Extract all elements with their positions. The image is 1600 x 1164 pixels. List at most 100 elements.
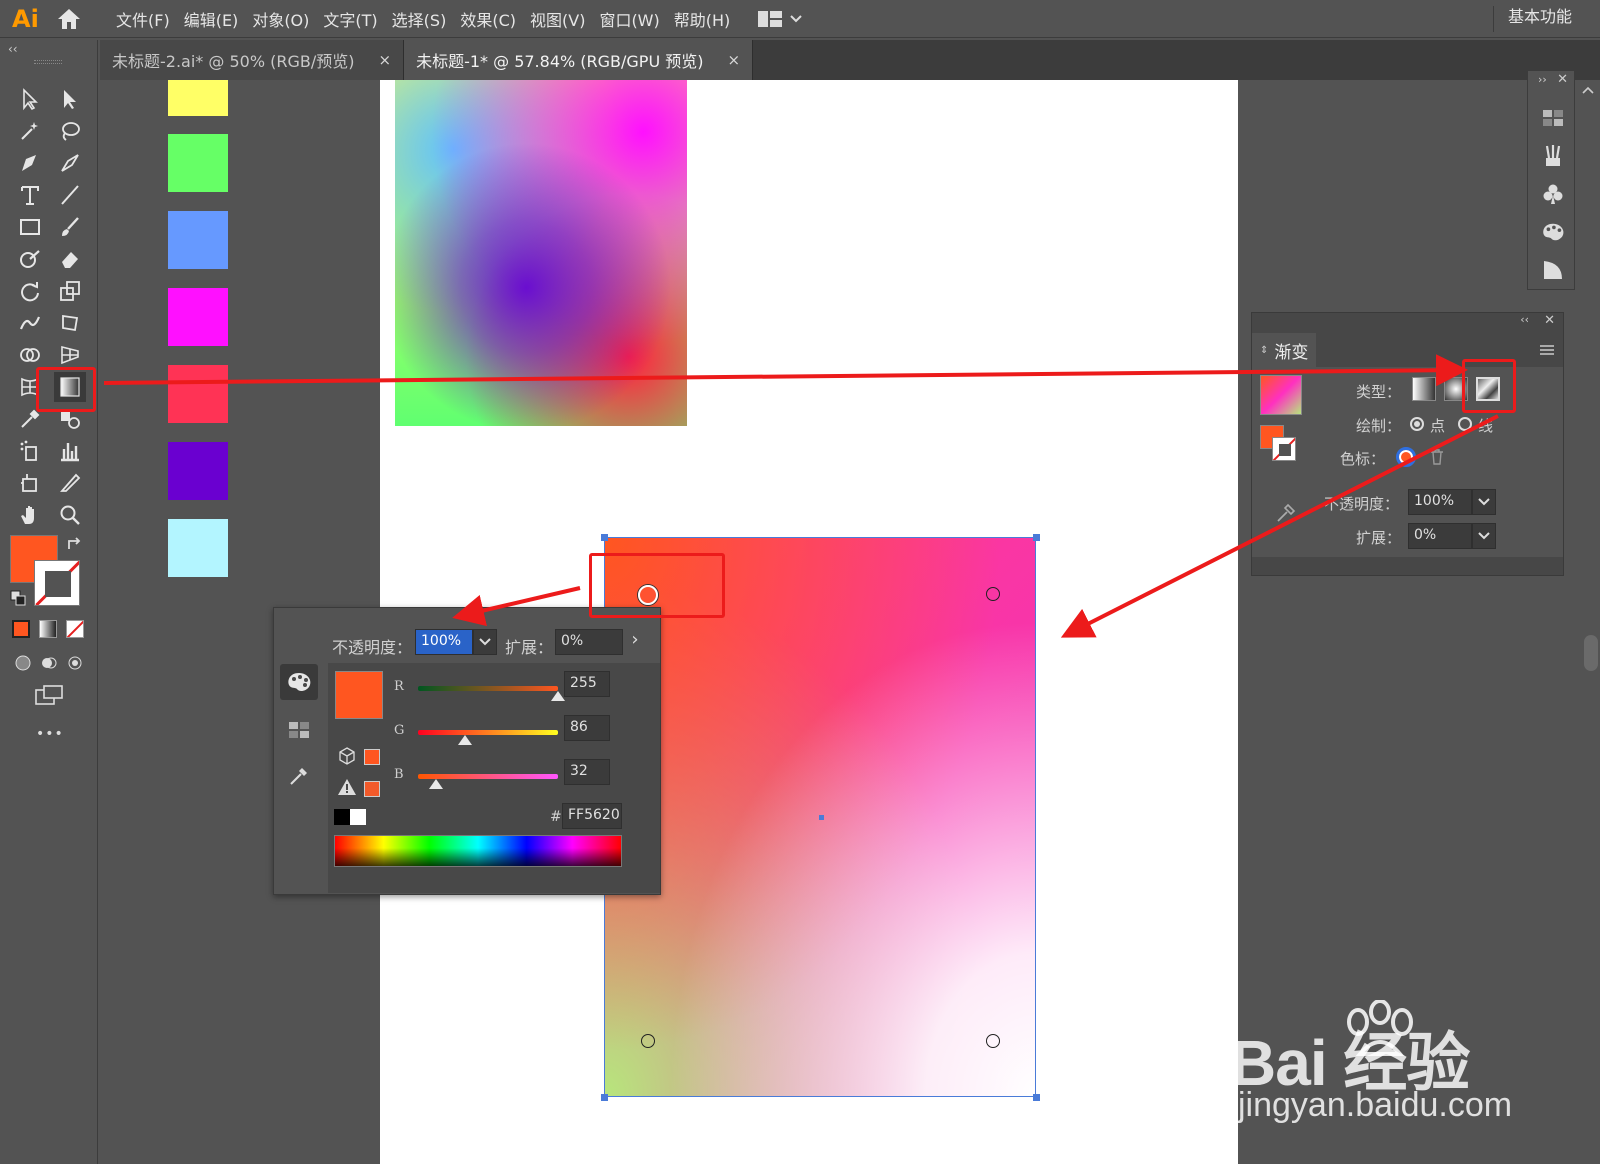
canvas-swatch-yellow[interactable]: [168, 80, 228, 116]
panel-header-bar[interactable]: ‹‹ ✕: [1252, 313, 1563, 333]
zoom-tool-icon[interactable]: [54, 500, 86, 530]
panel-options-toggle-icon[interactable]: ⇕: [1260, 345, 1268, 356]
green-slider[interactable]: [418, 730, 558, 735]
gradient-panel-tab[interactable]: ⇕ 渐变: [1252, 333, 1316, 367]
tab-document-2[interactable]: 未标题-2.ai* @ 50% (RGB/预览) ×: [100, 40, 405, 80]
opacity-input[interactable]: 100%: [1408, 489, 1472, 515]
menu-window[interactable]: 窗口(W): [599, 7, 659, 31]
green-value-input[interactable]: 86: [564, 715, 610, 741]
edit-toolbar-button[interactable]: •••: [36, 726, 64, 742]
magic-wand-tool-icon[interactable]: [14, 116, 46, 146]
menu-view[interactable]: 视图(V): [530, 7, 585, 31]
hand-tool-icon[interactable]: [14, 500, 46, 530]
blue-value-input[interactable]: 32: [564, 759, 610, 785]
slice-tool-icon[interactable]: [54, 468, 86, 498]
red-slider[interactable]: [418, 686, 558, 691]
menu-help[interactable]: 帮助(H): [674, 7, 731, 31]
shape-builder-tool-icon[interactable]: [14, 340, 46, 370]
pen-tool-icon[interactable]: [14, 148, 46, 178]
symbol-sprayer-tool-icon[interactable]: [14, 436, 46, 466]
swatches-tab[interactable]: [280, 712, 318, 748]
free-transform-tool-icon[interactable]: [54, 308, 86, 338]
draw-behind-icon[interactable]: [40, 654, 58, 672]
menu-edit[interactable]: 编辑(E): [184, 7, 239, 31]
black-swatch[interactable]: [334, 809, 350, 825]
opacity-dropdown[interactable]: [1472, 489, 1496, 515]
opacity-input[interactable]: 100%: [415, 629, 473, 655]
opacity-dropdown[interactable]: [473, 629, 497, 655]
line-tool-icon[interactable]: [54, 180, 86, 210]
swatches-panel-icon[interactable]: [1540, 105, 1566, 131]
color-guide-panel-icon[interactable]: [1540, 257, 1566, 283]
red-value-input[interactable]: 255: [564, 671, 610, 697]
blue-slider-thumb[interactable]: [429, 779, 443, 789]
chevron-up-icon[interactable]: [1582, 86, 1594, 94]
canvas-swatch-green[interactable]: [168, 134, 228, 192]
spread-input[interactable]: 0%: [555, 629, 623, 655]
color-panel-icon[interactable]: [1540, 219, 1566, 245]
selection-tool-icon[interactable]: [14, 84, 46, 114]
screen-mode-icon[interactable]: [34, 684, 64, 706]
draw-inside-icon[interactable]: [66, 654, 84, 672]
type-tool-icon[interactable]: [14, 180, 46, 210]
vertical-scrollbar[interactable]: [1578, 80, 1600, 1164]
paintbrush-tool-icon[interactable]: [54, 212, 86, 242]
stroke-color-swatch[interactable]: [34, 560, 80, 606]
close-icon[interactable]: ×: [728, 51, 741, 69]
stroke-color-swatch[interactable]: [1272, 437, 1296, 461]
eyedropper-tab[interactable]: [280, 758, 318, 794]
web-safe-color-swatch[interactable]: [364, 749, 380, 765]
direct-selection-tool-icon[interactable]: [54, 84, 86, 114]
spread-more-button[interactable]: ›: [625, 629, 645, 655]
scrollbar-thumb[interactable]: [1584, 635, 1598, 671]
canvas-swatch-purple[interactable]: [168, 442, 228, 500]
delete-stop-icon[interactable]: [1430, 449, 1444, 465]
color-mixer-tab[interactable]: [280, 664, 318, 700]
bounding-box-handle[interactable]: [601, 1094, 608, 1101]
scale-tool-icon[interactable]: [54, 276, 86, 306]
close-icon[interactable]: ×: [378, 51, 391, 69]
gradient-mode-button[interactable]: [39, 620, 57, 638]
hex-input[interactable]: FF5620: [562, 803, 622, 829]
none-mode-button[interactable]: [66, 620, 84, 638]
draw-normal-icon[interactable]: [14, 654, 32, 672]
close-icon[interactable]: ✕: [1544, 313, 1555, 328]
color-stop[interactable]: [641, 1034, 655, 1048]
menu-object[interactable]: 对象(O): [252, 7, 309, 31]
arrange-documents-button[interactable]: [758, 10, 802, 27]
close-icon[interactable]: ✕: [1557, 72, 1568, 87]
menu-type[interactable]: 文字(T): [323, 7, 377, 31]
color-mode-button[interactable]: [12, 620, 30, 638]
collapse-panel-button[interactable]: ‹‹: [1520, 313, 1529, 326]
menu-file[interactable]: 文件(F): [116, 7, 170, 31]
home-icon[interactable]: [52, 4, 86, 34]
color-stop[interactable]: [986, 1034, 1000, 1048]
curvature-tool-icon[interactable]: [54, 148, 86, 178]
in-gamut-color-swatch[interactable]: [364, 781, 380, 797]
spread-input[interactable]: 0%: [1408, 523, 1472, 549]
symbols-panel-icon[interactable]: [1540, 181, 1566, 207]
freeform-gradient-artwork[interactable]: [395, 80, 687, 426]
white-swatch[interactable]: [350, 809, 366, 825]
collapse-panel-button[interactable]: ‹‹: [8, 42, 18, 56]
spread-dropdown[interactable]: [1472, 523, 1496, 549]
linear-gradient-button[interactable]: [1412, 377, 1436, 401]
default-colors-icon[interactable]: [10, 590, 26, 606]
artboard-tool-icon[interactable]: [14, 468, 46, 498]
column-graph-tool-icon[interactable]: [54, 436, 86, 466]
draw-points-radio[interactable]: [1410, 417, 1424, 431]
tab-document-1[interactable]: 未标题-1* @ 57.84% (RGB/GPU 预览) ×: [404, 40, 754, 80]
lasso-tool-icon[interactable]: [54, 116, 86, 146]
bounding-box-handle[interactable]: [1033, 534, 1040, 541]
color-spectrum-bar[interactable]: [334, 835, 622, 867]
brushes-panel-icon[interactable]: [1540, 143, 1566, 169]
canvas-swatch-red[interactable]: [168, 365, 228, 423]
shaper-tool-icon[interactable]: [14, 244, 46, 274]
rotate-tool-icon[interactable]: [14, 276, 46, 306]
color-stop[interactable]: [986, 587, 1000, 601]
canvas-swatch-magenta[interactable]: [168, 288, 228, 346]
color-stop-swatch[interactable]: [1396, 447, 1416, 467]
expand-panels-button[interactable]: ››: [1538, 73, 1547, 86]
warp-tool-icon[interactable]: [14, 308, 46, 338]
eyedropper-icon[interactable]: [1276, 503, 1296, 523]
